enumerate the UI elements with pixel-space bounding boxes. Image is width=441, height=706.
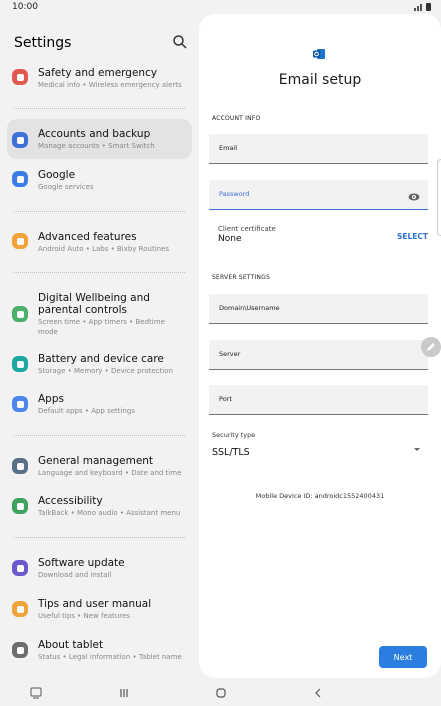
item-sub: Default apps • App settings [38,407,136,415]
email-label: Email [219,144,238,152]
accessibility-icon [12,498,28,514]
select-button[interactable]: SELECT [397,232,428,241]
item-sub: Useful tips • New features [38,612,130,620]
signal-battery-icons [414,3,431,11]
port-field[interactable]: Port [209,385,428,415]
settings-item-safety[interactable]: Safety and emergency Medical info • Wirel… [7,64,192,94]
item-label: Accounts and backup [38,128,151,140]
battery-icon [426,3,431,11]
info-icon [12,642,28,658]
item-label: Tips and user manual [38,598,152,610]
item-label: Google [38,169,76,181]
account-info-heading: ACCOUNT INFO [212,115,261,122]
domain-label: Domain\Username [219,304,280,312]
server-field[interactable]: Server [209,340,428,370]
security-type-dropdown[interactable]: SSL/TLS [212,447,250,458]
home-icon[interactable] [215,687,227,699]
item-sub: TalkBack • Mono audio • Assistant menu [38,509,181,517]
settings-item-wellbeing[interactable]: Digital Wellbeing and parental controls S… [7,289,192,339]
item-sub: Status • Legal information • Tablet name [38,653,182,661]
apps-icon [12,396,28,412]
navigation-bar [0,680,441,706]
settings-item-accounts[interactable]: Accounts and backup Manage accounts • Sma… [7,119,192,159]
bulb-icon [12,601,28,617]
item-label: About tablet [38,639,104,651]
settings-item-about[interactable]: About tablet Status • Legal information •… [7,636,192,666]
client-certificate: Client certificate None [218,225,276,244]
alert-icon [12,69,28,85]
item-sub: Android Auto • Labs • Bixby Routines [38,245,170,253]
settings-item-battery[interactable]: Battery and device care Storage • Memory … [7,350,192,380]
password-field[interactable]: Password [209,180,428,210]
sync-icon [12,132,28,148]
item-sub: Google services [38,183,94,191]
update-icon [12,560,28,576]
back-icon[interactable] [312,687,324,699]
item-sub: Medical info • Wireless emergency alerts [38,81,182,89]
settings-panel: Settings Safety and emergency Medical inf… [0,16,198,680]
settings-item-general[interactable]: General management Language and keyboard … [7,452,192,482]
settings-item-advanced[interactable]: Advanced features Android Auto • Labs • B… [7,227,192,257]
settings-item-software-update[interactable]: Software update Download and install [7,554,192,584]
gear-plus-icon [12,233,28,249]
cert-label: Client certificate [218,225,276,233]
divider [14,211,185,212]
item-label: Battery and device care [38,353,164,365]
device-id: Mobile Device ID: androidc1552400431 [255,492,385,500]
server-settings-heading: SERVER SETTINGS [212,274,270,281]
settings-item-apps[interactable]: Apps Default apps • App settings [7,390,192,420]
recent-screenshot-icon[interactable] [30,687,42,699]
item-sub: Storage • Memory • Device protection [38,367,173,375]
settings-item-tips[interactable]: Tips and user manual Useful tips • New fe… [7,595,192,625]
recents-icon[interactable] [118,687,130,699]
item-label: Accessibility [38,495,103,507]
battery-icon [12,356,28,372]
password-label: Password [219,190,250,198]
cert-value: None [218,234,242,244]
divider [14,435,185,436]
settings-title: Settings [14,35,72,51]
divider [14,537,185,538]
item-label: General management [38,455,154,467]
divider [14,272,185,273]
settings-item-accessibility[interactable]: Accessibility TalkBack • Mono audio • Ass… [7,492,192,522]
wellbeing-icon [12,306,28,322]
settings-item-google[interactable]: Google Google services [7,166,192,198]
status-time: 10:00 [12,2,38,12]
item-label: Digital Wellbeing and parental controls [38,292,150,316]
chevron-down-icon[interactable] [414,448,420,451]
divider [14,108,185,109]
server-label: Server [219,350,241,358]
item-label: Advanced features [38,231,137,243]
page-title: Email setup [278,72,362,88]
item-label: Safety and emergency [38,67,158,79]
domain-username-field[interactable]: Domain\Username [209,294,428,324]
item-sub: Screen time • App timers • Bedtime mode [38,318,165,336]
item-sub: Manage accounts • Smart Switch [38,142,155,150]
port-label: Port [219,395,232,403]
email-setup-panel: Email setup ACCOUNT INFO Email Password … [199,14,441,678]
google-icon [12,171,28,187]
item-sub: Language and keyboard • Date and time [38,469,182,477]
next-button[interactable]: Next [379,646,427,668]
item-sub: Download and install [38,571,112,579]
email-field[interactable]: Email [209,134,428,164]
item-label: Apps [38,393,64,405]
outlook-icon [313,49,325,59]
sliders-icon [12,458,28,474]
eye-icon[interactable] [408,193,420,201]
edge-panel-handle[interactable] [437,159,441,236]
security-type-label: Security type [212,431,256,439]
pen-icon[interactable] [421,337,441,357]
item-label: Software update [38,557,125,569]
search-icon[interactable] [172,34,188,50]
